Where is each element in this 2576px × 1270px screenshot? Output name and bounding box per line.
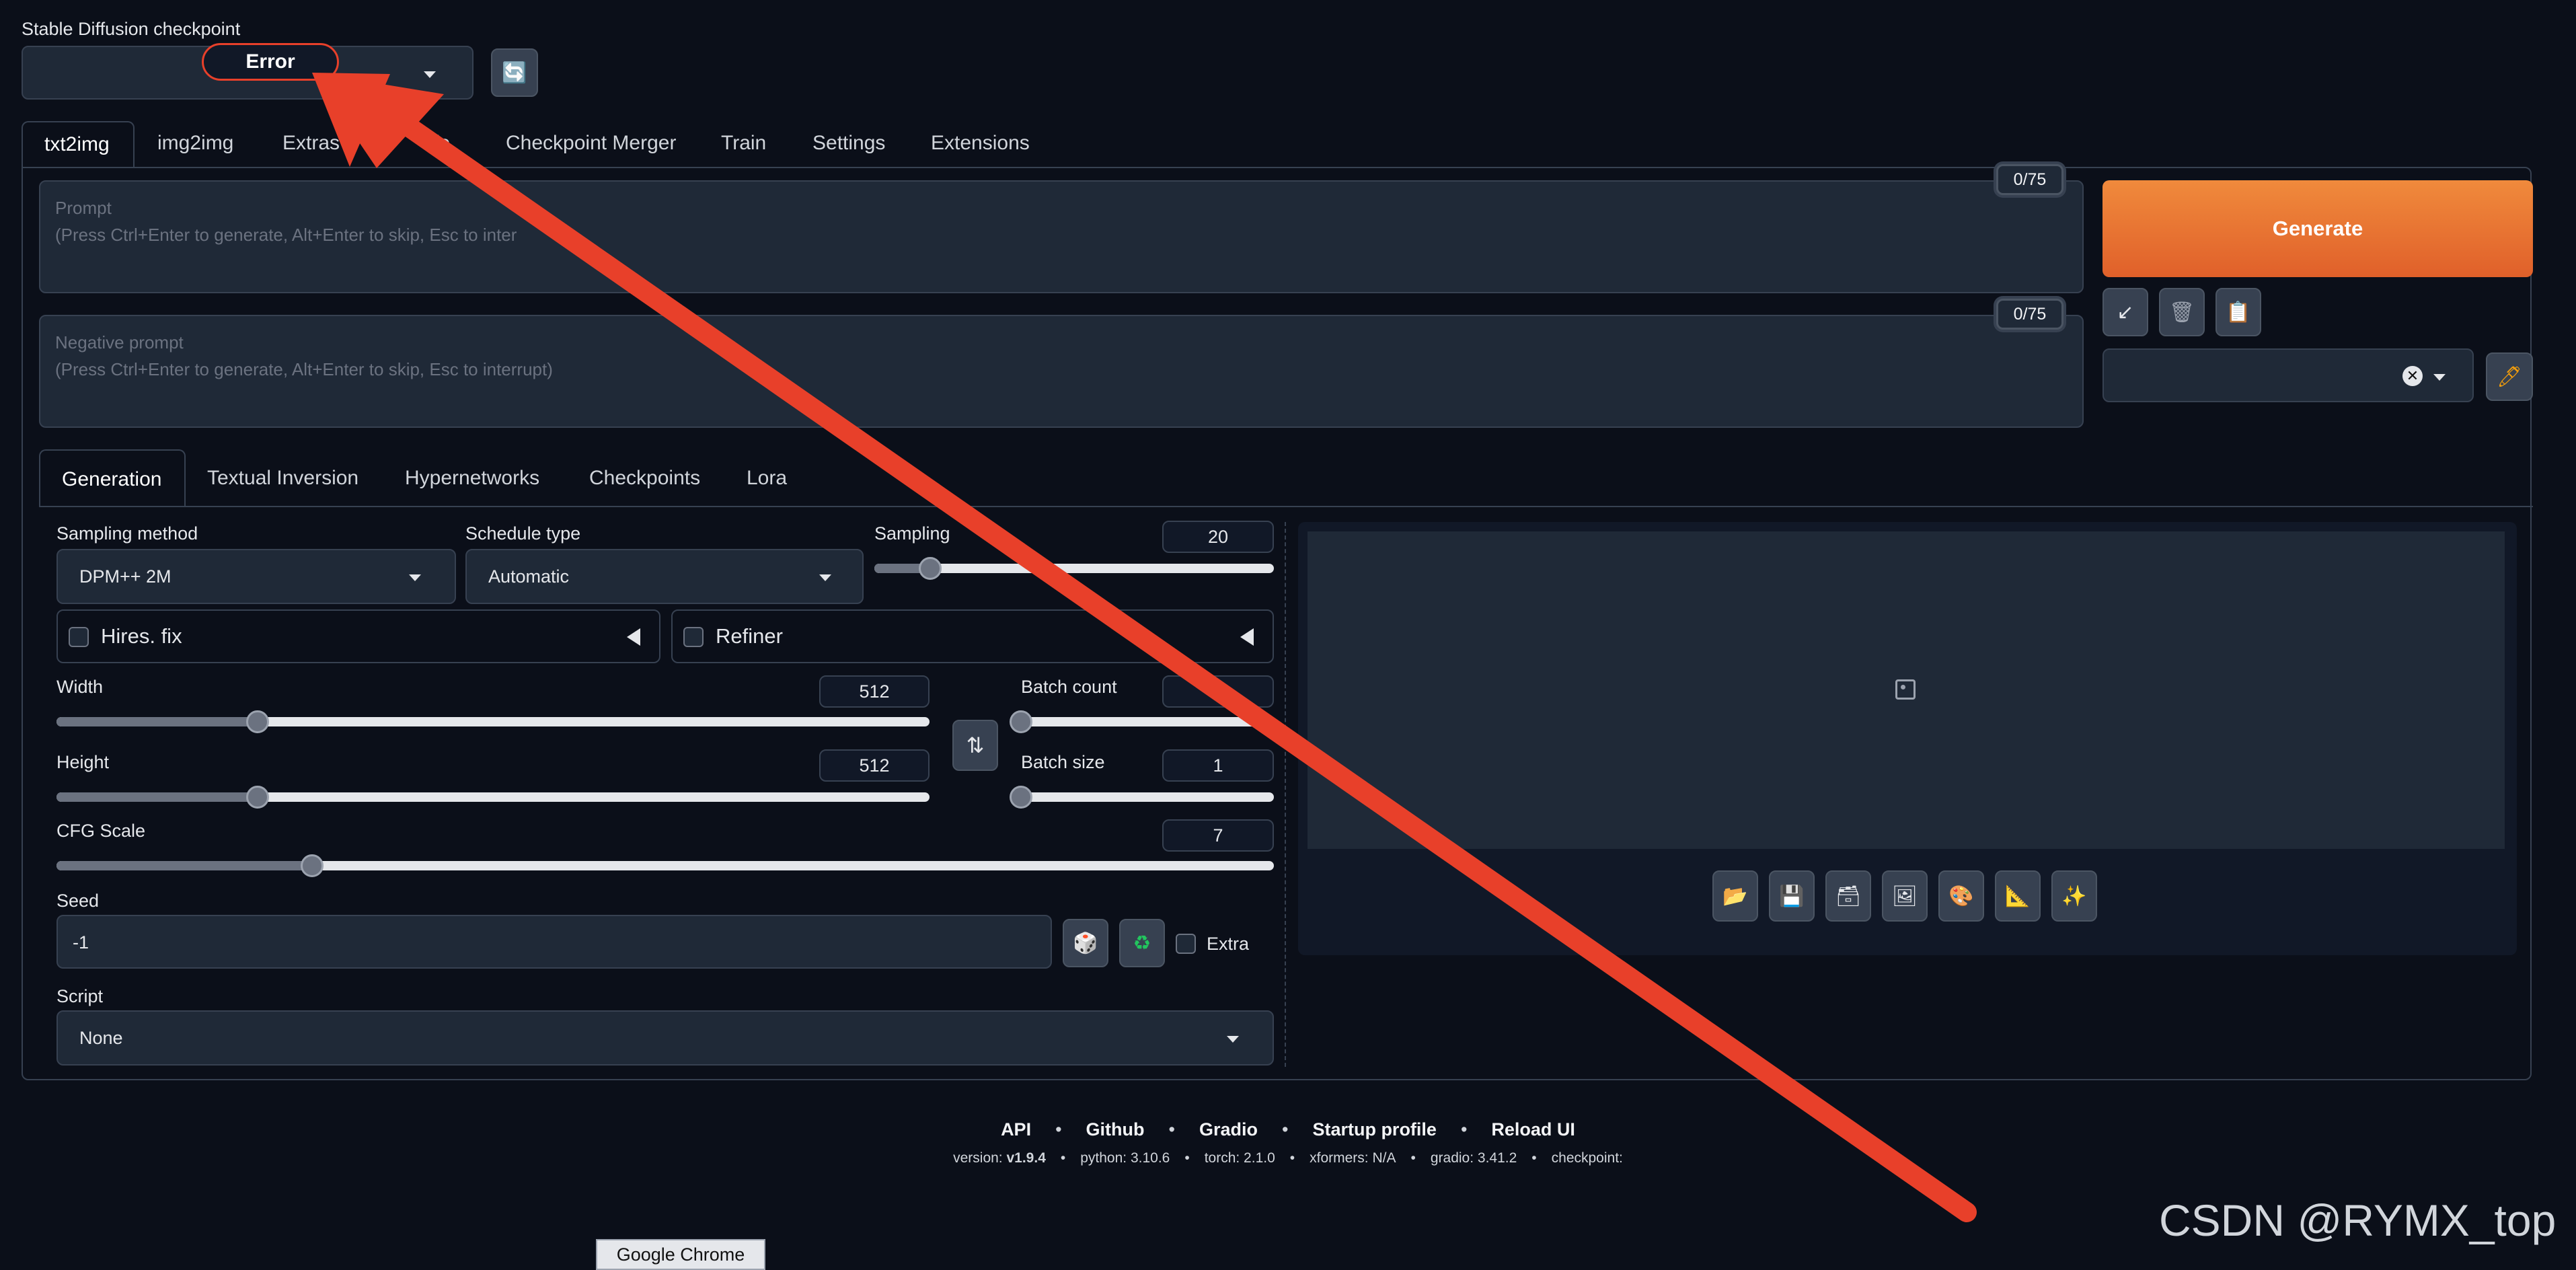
annotation-arrow [312,73,1977,1222]
